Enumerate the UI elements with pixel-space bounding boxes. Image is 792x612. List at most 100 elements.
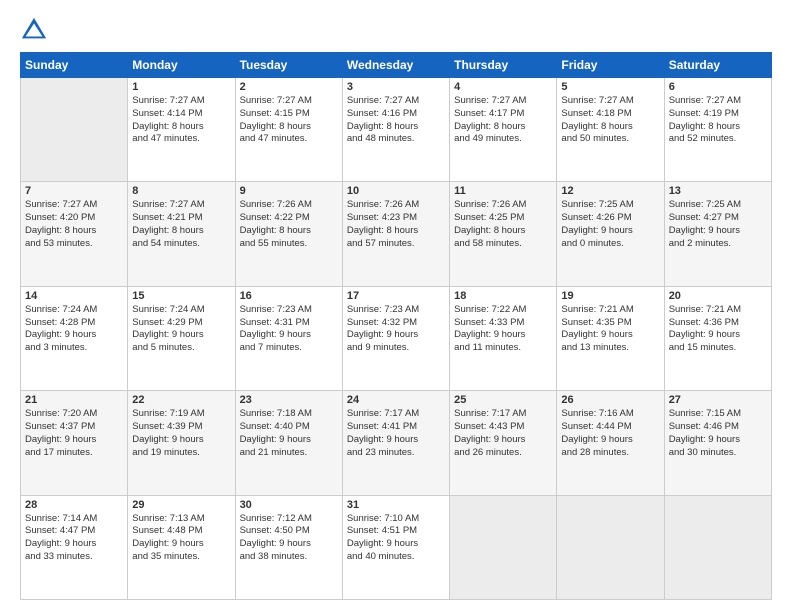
day-info: Sunrise: 7:15 AM Sunset: 4:46 PM Dayligh…	[669, 408, 767, 459]
day-number: 4	[454, 81, 552, 93]
week-row-5: 28Sunrise: 7:14 AM Sunset: 4:47 PM Dayli…	[21, 495, 772, 599]
day-cell: 13Sunrise: 7:25 AM Sunset: 4:27 PM Dayli…	[664, 182, 771, 286]
day-cell: 31 Sunrise: 7:10 AM Sunset: 4:51 PM Dayli…	[342, 495, 449, 599]
day-info: Sunrise: 7:20 AM Sunset: 4:37 PM Dayligh…	[25, 408, 123, 459]
day-cell: 4 Sunrise: 7:27 AM Sunset: 4:17 PM Daylig…	[450, 78, 557, 182]
day-cell: 5 Sunrise: 7:27 AM Sunset: 4:18 PM Daylig…	[557, 78, 664, 182]
day-cell: 19 Sunrise: 7:21 AM Sunset: 4:35 PM Dayli…	[557, 286, 664, 390]
header	[20, 16, 772, 44]
day-cell: 3Sunrise: 7:27 AM Sunset: 4:16 PM Daylig…	[342, 78, 449, 182]
day-info: Sunrise: 7:26 AM Sunset: 4:23 PM Dayligh…	[347, 199, 445, 250]
day-number: 2	[240, 81, 338, 93]
day-cell: 21 Sunrise: 7:20 AM Sunset: 4:37 PM Dayli…	[21, 391, 128, 495]
day-cell: 26Sunrise: 7:16 AM Sunset: 4:44 PM Dayli…	[557, 391, 664, 495]
header-row: SundayMondayTuesdayWednesdayThursdayFrid…	[21, 53, 772, 78]
calendar-body: 1 Sunrise: 7:27 AM Sunset: 4:14 PM Daylig…	[21, 78, 772, 600]
week-row-2: 7Sunrise: 7:27 AM Sunset: 4:20 PM Daylig…	[21, 182, 772, 286]
day-info: Sunrise: 7:27 AM Sunset: 4:21 PM Dayligh…	[132, 199, 230, 250]
day-cell: 20 Sunrise: 7:21 AM Sunset: 4:36 PM Dayli…	[664, 286, 771, 390]
week-row-4: 21 Sunrise: 7:20 AM Sunset: 4:37 PM Dayli…	[21, 391, 772, 495]
day-number: 5	[561, 81, 659, 93]
day-cell: 14 Sunrise: 7:24 AM Sunset: 4:28 PM Dayli…	[21, 286, 128, 390]
day-number: 15	[132, 290, 230, 302]
day-number: 22	[132, 394, 230, 406]
day-cell: 28Sunrise: 7:14 AM Sunset: 4:47 PM Dayli…	[21, 495, 128, 599]
day-cell: 6Sunrise: 7:27 AM Sunset: 4:19 PM Daylig…	[664, 78, 771, 182]
day-number: 30	[240, 499, 338, 511]
day-cell: 12 Sunrise: 7:25 AM Sunset: 4:26 PM Dayli…	[557, 182, 664, 286]
header-cell-thursday: Thursday	[450, 53, 557, 78]
day-number: 25	[454, 394, 552, 406]
day-number: 27	[669, 394, 767, 406]
header-cell-friday: Friday	[557, 53, 664, 78]
day-info: Sunrise: 7:23 AM Sunset: 4:32 PM Dayligh…	[347, 304, 445, 355]
day-cell: 10 Sunrise: 7:26 AM Sunset: 4:23 PM Dayli…	[342, 182, 449, 286]
day-cell: 7Sunrise: 7:27 AM Sunset: 4:20 PM Daylig…	[21, 182, 128, 286]
day-info: Sunrise: 7:27 AM Sunset: 4:14 PM Dayligh…	[132, 95, 230, 146]
day-info: Sunrise: 7:10 AM Sunset: 4:51 PM Dayligh…	[347, 513, 445, 564]
day-cell: 16 Sunrise: 7:23 AM Sunset: 4:31 PM Dayli…	[235, 286, 342, 390]
day-info: Sunrise: 7:27 AM Sunset: 4:19 PM Dayligh…	[669, 95, 767, 146]
calendar-table: SundayMondayTuesdayWednesdayThursdayFrid…	[20, 52, 772, 600]
day-number: 17	[347, 290, 445, 302]
day-info: Sunrise: 7:25 AM Sunset: 4:27 PM Dayligh…	[669, 199, 767, 250]
day-number: 1	[132, 81, 230, 93]
day-number: 23	[240, 394, 338, 406]
day-info: Sunrise: 7:21 AM Sunset: 4:35 PM Dayligh…	[561, 304, 659, 355]
logo	[20, 16, 52, 44]
header-cell-tuesday: Tuesday	[235, 53, 342, 78]
day-number: 8	[132, 185, 230, 197]
day-info: Sunrise: 7:21 AM Sunset: 4:36 PM Dayligh…	[669, 304, 767, 355]
day-info: Sunrise: 7:27 AM Sunset: 4:18 PM Dayligh…	[561, 95, 659, 146]
day-cell: 23 Sunrise: 7:18 AM Sunset: 4:40 PM Dayli…	[235, 391, 342, 495]
day-info: Sunrise: 7:27 AM Sunset: 4:17 PM Dayligh…	[454, 95, 552, 146]
header-cell-sunday: Sunday	[21, 53, 128, 78]
header-cell-wednesday: Wednesday	[342, 53, 449, 78]
day-info: Sunrise: 7:25 AM Sunset: 4:26 PM Dayligh…	[561, 199, 659, 250]
day-cell: 27 Sunrise: 7:15 AM Sunset: 4:46 PM Dayli…	[664, 391, 771, 495]
page: SundayMondayTuesdayWednesdayThursdayFrid…	[0, 0, 792, 612]
day-cell: 30 Sunrise: 7:12 AM Sunset: 4:50 PM Dayli…	[235, 495, 342, 599]
day-info: Sunrise: 7:23 AM Sunset: 4:31 PM Dayligh…	[240, 304, 338, 355]
day-cell: 2 Sunrise: 7:27 AM Sunset: 4:15 PM Daylig…	[235, 78, 342, 182]
day-info: Sunrise: 7:14 AM Sunset: 4:47 PM Dayligh…	[25, 513, 123, 564]
day-number: 20	[669, 290, 767, 302]
day-cell	[450, 495, 557, 599]
day-info: Sunrise: 7:24 AM Sunset: 4:28 PM Dayligh…	[25, 304, 123, 355]
day-cell	[557, 495, 664, 599]
day-cell	[21, 78, 128, 182]
day-cell: 25Sunrise: 7:17 AM Sunset: 4:43 PM Dayli…	[450, 391, 557, 495]
day-cell: 22 Sunrise: 7:19 AM Sunset: 4:39 PM Dayli…	[128, 391, 235, 495]
header-cell-monday: Monday	[128, 53, 235, 78]
day-info: Sunrise: 7:27 AM Sunset: 4:15 PM Dayligh…	[240, 95, 338, 146]
day-info: Sunrise: 7:24 AM Sunset: 4:29 PM Dayligh…	[132, 304, 230, 355]
day-cell	[664, 495, 771, 599]
day-number: 9	[240, 185, 338, 197]
day-number: 31	[347, 499, 445, 511]
day-number: 7	[25, 185, 123, 197]
day-info: Sunrise: 7:26 AM Sunset: 4:22 PM Dayligh…	[240, 199, 338, 250]
day-number: 10	[347, 185, 445, 197]
day-number: 16	[240, 290, 338, 302]
header-cell-saturday: Saturday	[664, 53, 771, 78]
day-number: 19	[561, 290, 659, 302]
day-info: Sunrise: 7:17 AM Sunset: 4:41 PM Dayligh…	[347, 408, 445, 459]
day-number: 29	[132, 499, 230, 511]
day-info: Sunrise: 7:26 AM Sunset: 4:25 PM Dayligh…	[454, 199, 552, 250]
day-info: Sunrise: 7:12 AM Sunset: 4:50 PM Dayligh…	[240, 513, 338, 564]
day-number: 21	[25, 394, 123, 406]
calendar-header: SundayMondayTuesdayWednesdayThursdayFrid…	[21, 53, 772, 78]
day-number: 26	[561, 394, 659, 406]
day-number: 3	[347, 81, 445, 93]
day-info: Sunrise: 7:18 AM Sunset: 4:40 PM Dayligh…	[240, 408, 338, 459]
day-info: Sunrise: 7:19 AM Sunset: 4:39 PM Dayligh…	[132, 408, 230, 459]
day-number: 12	[561, 185, 659, 197]
day-cell: 24Sunrise: 7:17 AM Sunset: 4:41 PM Dayli…	[342, 391, 449, 495]
day-cell: 15 Sunrise: 7:24 AM Sunset: 4:29 PM Dayli…	[128, 286, 235, 390]
day-cell: 9 Sunrise: 7:26 AM Sunset: 4:22 PM Daylig…	[235, 182, 342, 286]
day-info: Sunrise: 7:22 AM Sunset: 4:33 PM Dayligh…	[454, 304, 552, 355]
day-number: 14	[25, 290, 123, 302]
day-cell: 8 Sunrise: 7:27 AM Sunset: 4:21 PM Daylig…	[128, 182, 235, 286]
day-cell: 18Sunrise: 7:22 AM Sunset: 4:33 PM Dayli…	[450, 286, 557, 390]
logo-icon	[20, 16, 48, 44]
